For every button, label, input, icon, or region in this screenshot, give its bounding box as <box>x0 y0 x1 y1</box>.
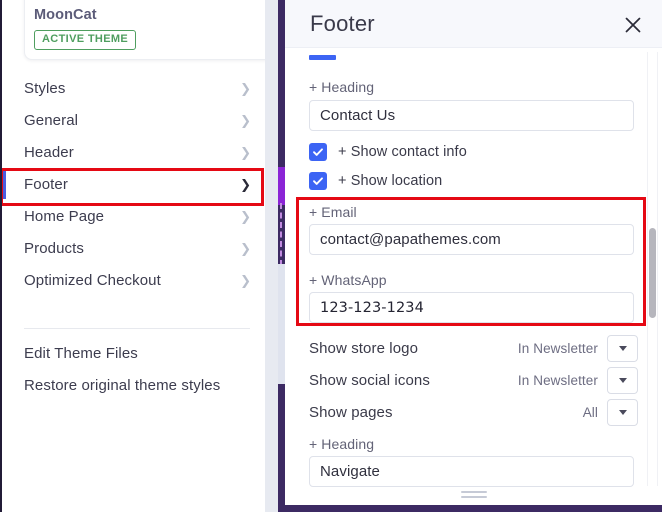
active-theme-card: MoonCat ACTIVE THEME <box>24 0 265 60</box>
panel-title: Footer <box>310 11 375 36</box>
panel-header: Footer <box>285 0 662 48</box>
show-pages-value: All <box>582 404 598 420</box>
footer-settings-panel: Footer + Heading Contact Us + Show conta… <box>285 0 662 512</box>
show-social-icons-value: In Newsletter <box>517 372 598 388</box>
section-marker <box>309 55 336 60</box>
sidebar-divider <box>24 328 250 329</box>
show-social-icons-label: Show social icons <box>309 371 430 389</box>
show-location-checkbox-row[interactable]: + Show location <box>309 172 442 190</box>
whatsapp-field-label: + WhatsApp <box>309 272 387 288</box>
sidebar-item-label: Products <box>24 239 84 257</box>
theme-sidebar: MoonCat ACTIVE THEME Styles ❯ General ❯ … <box>2 0 265 512</box>
sidebar-item-optimized-checkout[interactable]: Optimized Checkout ❯ <box>2 264 265 296</box>
chevron-right-icon: ❯ <box>240 272 251 288</box>
sidebar-item-general[interactable]: General ❯ <box>2 104 265 136</box>
sidebar-item-home-page[interactable]: Home Page ❯ <box>2 200 265 232</box>
sidebar-item-header[interactable]: Header ❯ <box>2 136 265 168</box>
drag-handle-line <box>461 491 487 493</box>
sidebar-item-label: Optimized Checkout <box>24 271 161 289</box>
sidebar-item-label: General <box>24 111 79 129</box>
panel-resize-handle[interactable] <box>461 491 487 501</box>
active-accent-bar <box>2 169 6 199</box>
show-social-icons-dropdown[interactable] <box>607 366 638 394</box>
sidebar-item-label: Home Page <box>24 207 105 225</box>
whatsapp-input[interactable]: 123-123-1234 <box>309 292 634 323</box>
panel-bottom-bar <box>285 505 662 512</box>
show-contact-info-label: + Show contact info <box>338 144 467 160</box>
navigate-heading-input[interactable]: Navigate <box>309 456 634 487</box>
edit-theme-files-link[interactable]: Edit Theme Files <box>2 337 265 369</box>
chevron-down-icon <box>618 377 627 383</box>
sidebar-panel-gap <box>265 0 278 512</box>
email-input[interactable]: contact@papathemes.com <box>309 224 634 255</box>
show-store-logo-value: In Newsletter <box>517 340 598 356</box>
chevron-right-icon: ❯ <box>240 240 251 256</box>
app-root: MoonCat ACTIVE THEME Styles ❯ General ❯ … <box>0 0 662 512</box>
show-location-label: + Show location <box>338 173 443 189</box>
show-contact-info-checkbox-row[interactable]: + Show contact info <box>309 143 467 161</box>
checkbox-checked-icon[interactable] <box>309 143 327 161</box>
chevron-down-icon <box>618 345 627 351</box>
checkbox-checked-icon[interactable] <box>309 172 327 190</box>
email-field-label: + Email <box>309 204 357 220</box>
heading-field-label: + Heading <box>309 79 375 95</box>
sidebar-item-label: Styles <box>24 79 66 97</box>
show-pages-dropdown[interactable] <box>607 398 638 426</box>
sidebar-item-products[interactable]: Products ❯ <box>2 232 265 264</box>
panel-scrollbar-thumb[interactable] <box>649 228 656 318</box>
sidebar-item-label: Header <box>24 143 74 161</box>
navigate-heading-field-label: + Heading <box>309 436 375 452</box>
sidebar-item-footer[interactable]: Footer ❯ <box>2 168 265 200</box>
heading-input[interactable]: Contact Us <box>309 100 634 131</box>
panel-body: + Heading Contact Us + Show contact info… <box>285 48 662 488</box>
drag-handle-line <box>461 496 487 498</box>
restore-original-theme-styles-link[interactable]: Restore original theme styles <box>2 369 265 401</box>
chevron-down-icon <box>618 409 627 415</box>
show-store-logo-label: Show store logo <box>309 339 419 357</box>
show-store-logo-row: Show store logo In Newsletter <box>309 333 638 363</box>
sidebar-item-styles[interactable]: Styles ❯ <box>2 72 265 104</box>
chevron-right-icon: ❯ <box>240 144 251 160</box>
sidebar-link-list: Edit Theme Files Restore original theme … <box>2 337 265 401</box>
show-pages-label: Show pages <box>309 403 393 421</box>
chevron-right-icon: ❯ <box>240 80 251 96</box>
rail-dashed-guide <box>280 203 282 266</box>
sidebar-nav-list: Styles ❯ General ❯ Header ❯ Footer ❯ Hom… <box>2 72 265 296</box>
rail-section-highlight <box>278 167 285 205</box>
show-store-logo-dropdown[interactable] <box>607 334 638 362</box>
sidebar-item-label: Footer <box>24 175 68 193</box>
chevron-right-icon: ❯ <box>240 176 251 192</box>
close-icon[interactable] <box>622 14 644 36</box>
chevron-right-icon: ❯ <box>240 112 251 128</box>
active-theme-badge: ACTIVE THEME <box>34 30 137 50</box>
chevron-right-icon: ❯ <box>240 208 251 224</box>
rail-scroll-track[interactable] <box>278 264 285 384</box>
panel-scrollbar[interactable] <box>647 52 658 486</box>
show-pages-row: Show pages All <box>309 397 638 427</box>
show-social-icons-row: Show social icons In Newsletter <box>309 365 638 395</box>
theme-name: MoonCat <box>34 7 97 23</box>
window-left-edge <box>0 0 2 512</box>
